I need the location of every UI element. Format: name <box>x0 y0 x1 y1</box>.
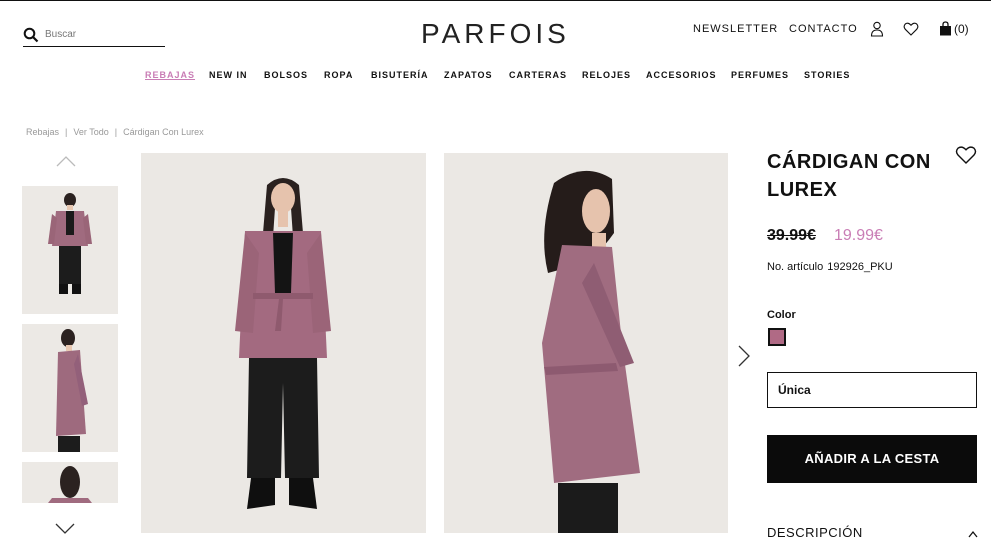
main-nav: REBAJAS NEW IN BOLSOS ROPA BISUTERÍA ZAP… <box>0 70 991 86</box>
sku-value: 192926_PKU <box>827 261 893 273</box>
breadcrumb-item[interactable]: Rebajas <box>26 127 59 137</box>
nav-item-bolsos[interactable]: BOLSOS <box>264 70 308 80</box>
size-selector[interactable]: Única <box>767 372 977 408</box>
model-side-image <box>22 324 118 452</box>
product-title: CÁRDIGAN CON LUREX <box>767 151 931 201</box>
search-bar[interactable] <box>23 23 165 47</box>
cart-count: (0) <box>954 21 969 36</box>
heart-icon[interactable] <box>955 145 977 165</box>
chevron-up-icon[interactable] <box>968 530 978 538</box>
model-front-image <box>22 186 118 314</box>
breadcrumb-item-current: Cárdigan Con Lurex <box>123 127 204 137</box>
price-original: 39.99€ <box>767 227 816 244</box>
cart-button[interactable]: (0) <box>939 21 969 36</box>
sku-line: No. artículo 192926_PKU <box>767 261 893 273</box>
product-image-side[interactable] <box>444 153 728 533</box>
model-back-image <box>22 462 118 503</box>
nav-item-accesorios[interactable]: ACCESORIOS <box>646 70 717 80</box>
search-input[interactable] <box>45 29 155 40</box>
thumbnail-side[interactable] <box>22 324 118 452</box>
chevron-right-icon[interactable] <box>737 344 751 368</box>
nav-item-new-in[interactable]: NEW IN <box>209 70 248 80</box>
product-image-front[interactable] <box>141 153 426 533</box>
nav-item-bisuteria[interactable]: BISUTERÍA <box>371 70 429 80</box>
description-toggle[interactable]: DESCRIPCIÓN <box>767 525 977 540</box>
user-icon[interactable] <box>870 21 884 37</box>
chevron-up-icon[interactable] <box>56 155 76 167</box>
thumbnail-back[interactable] <box>22 462 118 503</box>
bag-icon <box>940 21 951 36</box>
site-header: PARFOIS NEWSLETTER CONTACTO (0) <box>0 0 991 60</box>
heart-icon[interactable] <box>903 21 919 37</box>
chevron-down-icon[interactable] <box>55 523 75 535</box>
nav-item-carteras[interactable]: CARTERAS <box>509 70 567 80</box>
contact-link[interactable]: CONTACTO <box>789 23 858 35</box>
brand-logo[interactable]: PARFOIS <box>421 18 570 50</box>
nav-item-ropa[interactable]: ROPA <box>324 70 353 80</box>
color-swatch[interactable] <box>768 328 786 346</box>
color-label: Color <box>767 309 796 321</box>
breadcrumb-separator: | <box>114 127 118 137</box>
nav-item-perfumes[interactable]: PERFUMES <box>731 70 789 80</box>
breadcrumb-item[interactable]: Ver Todo <box>73 127 108 137</box>
model-front-large-image <box>141 153 426 533</box>
breadcrumb-separator: | <box>65 127 68 137</box>
price-sale: 19.99€ <box>834 227 883 244</box>
add-to-cart-button[interactable]: AÑADIR A LA CESTA <box>767 435 977 483</box>
nav-item-stories[interactable]: STORIES <box>804 70 850 80</box>
breadcrumb: Rebajas | Ver Todo | Cárdigan Con Lurex <box>26 127 204 137</box>
search-icon[interactable] <box>23 27 39 43</box>
nav-item-zapatos[interactable]: ZAPATOS <box>444 70 493 80</box>
model-side-large-image <box>444 153 728 533</box>
nav-item-rebajas[interactable]: REBAJAS <box>145 70 195 80</box>
nav-item-relojes[interactable]: RELOJES <box>582 70 631 80</box>
sku-label: No. artículo <box>767 261 824 273</box>
thumbnail-front[interactable] <box>22 186 118 314</box>
newsletter-link[interactable]: NEWSLETTER <box>693 23 778 35</box>
